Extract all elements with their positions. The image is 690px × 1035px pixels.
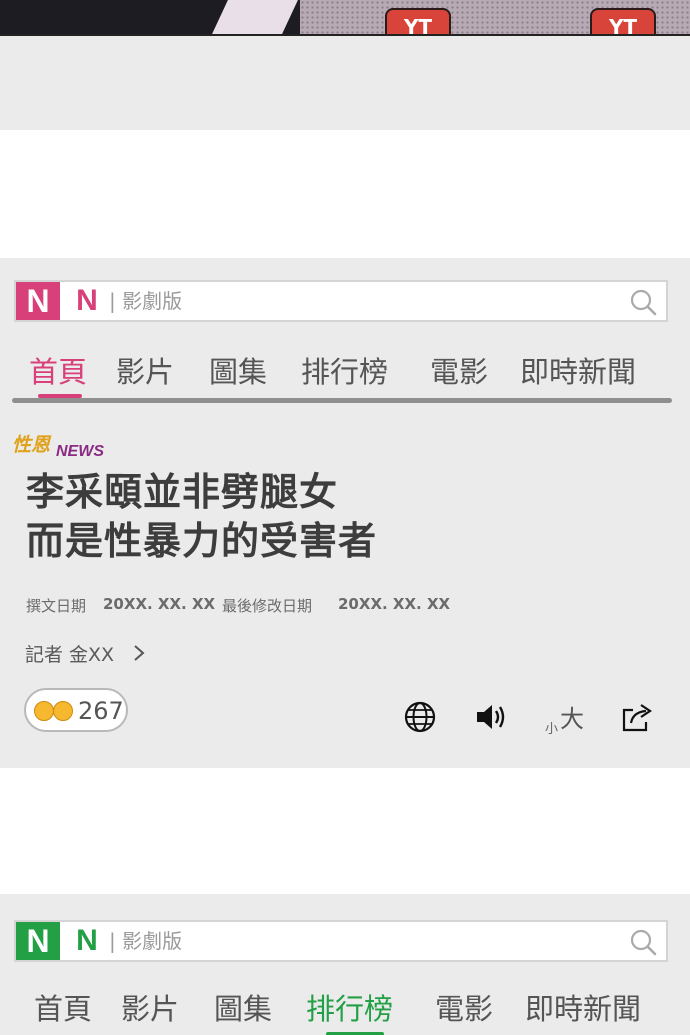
reporter-link[interactable]: 記者 金XX [25,640,114,667]
tab-ranking[interactable]: 排行榜 [301,354,388,390]
search-bar[interactable]: N N | 影劇版 [14,920,668,962]
chevron-right-icon[interactable] [132,643,146,663]
comic-strip-image: YT YT [0,0,690,36]
headline-line-2: 而是性暴力的受害者 [26,519,378,563]
globe-icon[interactable] [403,700,437,734]
brand-logo[interactable]: N [16,282,60,320]
tab-home[interactable]: 首頁 [29,354,87,390]
tab-movies[interactable]: 電影 [430,354,488,390]
search-icon[interactable] [628,287,658,317]
reaction-button[interactable]: 267 [24,688,128,732]
search-bar[interactable]: N N | 影劇版 [14,280,668,322]
tab-gallery[interactable]: 圖集 [209,354,267,390]
secondary-logo[interactable]: N [72,282,102,320]
reaction-count: 267 [78,697,124,725]
tab-breaking-news[interactable]: 即時新聞 [525,991,641,1027]
yt-badge: YT [385,8,451,34]
second-panel: N N | 影劇版 首頁 影片 圖集 排行榜 電影 即時新聞 [0,894,690,1035]
tab-movies[interactable]: 電影 [435,991,493,1027]
laugh-emoji-icon [34,701,54,721]
tab-gallery[interactable]: 圖集 [214,991,272,1027]
grin-emoji-icon [53,701,73,721]
news-brand-label: NEWS [56,443,104,460]
gray-gap [0,36,690,130]
white-gap [0,130,690,258]
section-name: | 影劇版 [109,289,183,313]
news-brand-tag: 性恩 [12,434,51,456]
secondary-logo[interactable]: N [72,922,102,960]
brand-logo[interactable]: N [16,922,60,960]
font-size-small[interactable]: 小 [545,718,558,737]
tab-divider [12,398,672,403]
modified-date: 20XX. XX. XX [338,595,451,613]
tab-videos[interactable]: 影片 [121,991,179,1027]
headline-line-1: 李采頤並非劈腿女 [26,470,339,514]
written-date-label: 撰文日期 [26,597,87,615]
tab-breaking-news[interactable]: 即時新聞 [520,354,636,390]
tab-home[interactable]: 首頁 [34,991,92,1027]
tab-ranking[interactable]: 排行榜 [306,991,393,1027]
share-icon[interactable] [620,700,654,734]
font-size-large[interactable]: 大 [560,699,584,734]
yt-badge: YT [590,8,656,34]
search-icon[interactable] [628,927,658,957]
white-gap [0,768,690,894]
speaker-icon[interactable] [474,700,508,734]
written-date: 20XX. XX. XX [103,595,216,613]
section-name: | 影劇版 [109,929,183,953]
modified-date-label: 最後修改日期 [222,597,313,615]
tab-videos[interactable]: 影片 [116,354,174,390]
